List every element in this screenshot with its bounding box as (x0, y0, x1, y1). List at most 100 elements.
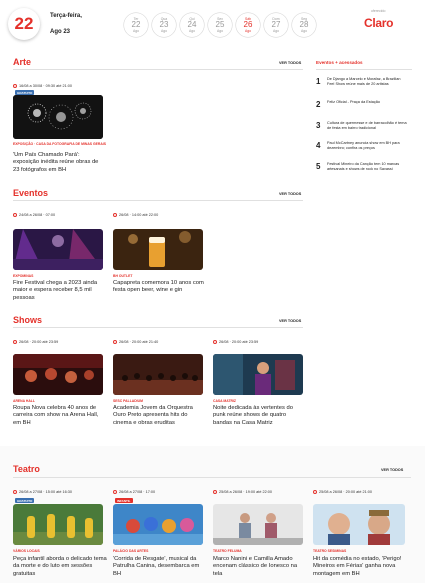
current-month-day: Ago 23 (50, 29, 71, 35)
event-category[interactable]: TEATRO SESIMINAS (313, 549, 346, 553)
clock-icon (113, 213, 117, 217)
day-month: Ago (272, 29, 280, 33)
day-option[interactable]: Sáb 26 Ago (236, 13, 260, 37)
event-title[interactable]: Marco Nanini e Camilla Amado encenam clá… (213, 556, 307, 578)
clock-icon (13, 340, 17, 344)
event-category[interactable]: EXPOMINAS (13, 274, 33, 278)
day-number: 25 (215, 20, 225, 29)
event-time: 25/08 a 26/08 · 19:00 até 22:00 (213, 490, 308, 494)
event-category[interactable]: PALÁCIO DAS ARTES (113, 549, 148, 553)
card-evento-1[interactable]: 24/08 a 26/08 · 07:00 EXPOMINAS Fire Fes… (13, 213, 108, 313)
event-category[interactable]: ARENA HALL (13, 399, 35, 403)
day-option[interactable]: Dom 27 Ago (264, 13, 288, 37)
event-image[interactable] (13, 504, 103, 545)
event-category[interactable]: VÁRIOS LOCAIS (13, 549, 40, 553)
sidebar-item-1[interactable]: 1 De Django a Marcelo e Morafaz, a Brazi… (316, 77, 407, 88)
card-arte[interactable]: 16/08 a 30/08 · 09:30 até 21:00 GRATUITO… (13, 84, 108, 174)
event-image[interactable] (113, 229, 203, 270)
card-show-3[interactable]: 26/08 · 20:00 até 23:59 CASA MATRIZ Noit… (213, 340, 308, 440)
see-all-shows[interactable]: VER TODOS (279, 319, 301, 323)
event-category[interactable]: BH OUTLET (113, 274, 132, 278)
current-day-number: 22 (8, 8, 40, 40)
event-image[interactable] (113, 354, 203, 395)
event-image[interactable] (13, 229, 103, 270)
day-option[interactable]: Sex 25 Ago (208, 13, 232, 37)
comedy-photo (313, 504, 405, 545)
day-option[interactable]: Qua 23 Ago (152, 13, 176, 37)
event-image[interactable] (13, 95, 103, 139)
clock-icon (13, 490, 17, 494)
fireworks-photo (13, 95, 103, 139)
rank-number: 4 (316, 141, 321, 150)
event-time: 26/08 a 27/08 · 15:00 até 16:30 (13, 490, 108, 494)
event-image[interactable] (313, 504, 405, 545)
sidebar-item-2[interactable]: 2 Feliz Oficial - Praça da Estação (316, 100, 407, 109)
day-option[interactable]: Qui 24 Ago (180, 13, 204, 37)
punk-show-photo (213, 354, 303, 395)
clock-icon (113, 340, 117, 344)
event-image[interactable] (213, 354, 303, 395)
card-teatro-1[interactable]: 26/08 a 27/08 · 15:00 até 16:30 GRATUITO… (13, 490, 108, 583)
event-time: 26/08 · 20:00 até 23:59 (13, 340, 108, 344)
sidebar-item-3[interactable]: 3 Cultura de quermesse e de barracolhão … (316, 121, 407, 132)
card-evento-2[interactable]: 26/08 · 14:00 até 22:00 BH OUTLET Capapr… (113, 213, 208, 313)
event-title[interactable]: Roupa Nova celebra 40 anos de carreira c… (13, 405, 105, 427)
sidebar-item-5[interactable]: 5 Festival Mineiro da Canção tem 10 marc… (316, 162, 407, 173)
day-number: 28 (299, 20, 309, 29)
day-number: 26 (243, 20, 253, 29)
event-title[interactable]: Noite dedicada às vertentes do punk reún… (213, 405, 305, 427)
event-image[interactable] (113, 504, 203, 545)
section-title-eventos: Eventos (13, 188, 49, 198)
event-category[interactable]: SESC PALLADIUM (113, 399, 143, 403)
concert-photo (13, 229, 103, 270)
event-title[interactable]: Peça infantil aborda o delicado tema da … (13, 556, 107, 578)
day-month: Ago (244, 29, 252, 33)
event-image[interactable] (13, 354, 103, 395)
event-title[interactable]: 'Corrida de Resgate', musical da Patrulh… (113, 556, 205, 578)
event-time: 26/08 · 20:00 até 23:59 (213, 340, 308, 344)
event-title[interactable]: 'Um País Chamado Pará': exposição inédit… (13, 152, 105, 174)
sidebar-item-text[interactable]: Festival Mineiro da Canção tem 10 marcas… (327, 162, 407, 173)
sidebar-item-4[interactable]: 4 Paul McCartney anuncia show em BH para… (316, 141, 407, 152)
day-option[interactable]: Ter 22 Ago (124, 13, 148, 37)
sponsor-claro[interactable]: oferecido Claro (364, 9, 408, 30)
day-number: 24 (187, 20, 197, 29)
divider (316, 69, 412, 70)
event-title[interactable]: Capapreta comemora 10 anos com festa ope… (113, 280, 205, 295)
rank-number: 5 (316, 162, 321, 171)
event-category[interactable]: TEATRO FELUMA (213, 549, 242, 553)
day-month: Ago (132, 29, 140, 33)
day-option[interactable]: Seg 28 Ago (292, 13, 316, 37)
event-category[interactable]: CASA MATRIZ (213, 399, 236, 403)
free-badge: GRATUITO (15, 90, 35, 95)
section-title-teatro: Teatro (13, 464, 40, 474)
day-selector: Ter 22 Ago Qua 23 Ago Qui 24 Ago Sex 25 Ago Sáb 26 Ago… (124, 13, 316, 37)
card-teatro-3[interactable]: 25/08 a 26/08 · 19:00 até 22:00 TEATRO F… (213, 490, 308, 583)
sidebar-item-text[interactable]: Feliz Oficial - Praça da Estação (327, 100, 407, 109)
card-show-1[interactable]: 26/08 · 20:00 até 23:59 ARENA HALL Roupa… (13, 340, 108, 440)
event-title[interactable]: Hit da comédia no estado, 'Perigo! Minei… (313, 556, 409, 578)
event-title[interactable]: Fire Festival chega a 2023 ainda maior e… (13, 280, 105, 302)
clock-icon (213, 340, 217, 344)
rank-number: 2 (316, 100, 321, 109)
clock-icon (113, 490, 117, 494)
current-weekday: Terça-feira, (50, 13, 82, 19)
card-teatro-2[interactable]: 26/08 a 27/08 · 17:00 INFANTIL PALÁCIO D… (113, 490, 208, 583)
sidebar-item-text[interactable]: De Django a Marcelo e Morafaz, a Brazili… (327, 77, 407, 88)
paw-patrol-photo (113, 504, 203, 545)
event-image[interactable] (213, 504, 303, 545)
card-teatro-4[interactable]: 25/08 a 26/08 · 20:00 até 21:00 TEATRO S… (313, 490, 411, 583)
see-all-teatro[interactable]: VER TODOS (381, 468, 403, 472)
day-number: 23 (159, 20, 169, 29)
event-title[interactable]: Academia Jovem da Orquestra Ouro Preto a… (113, 405, 207, 427)
actors-photo (213, 504, 303, 545)
see-all-eventos[interactable]: VER TODOS (279, 192, 301, 196)
divider (13, 477, 411, 478)
card-show-2[interactable]: 26/08 · 20:00 até 21:40 SESC PALLADIUM A… (113, 340, 208, 440)
see-all-arte[interactable]: VER TODOS (279, 61, 301, 65)
day-number: 27 (271, 20, 281, 29)
sidebar-item-text[interactable]: Paul McCartney anuncia show em BH para d… (327, 141, 407, 152)
event-category[interactable]: EXPOSIÇÃO · CASA DA FOTOGRAFIA DE MINAS … (13, 142, 108, 146)
sidebar-item-text[interactable]: Cultura de quermesse e de barracolhão é … (327, 121, 407, 132)
sponsor-by-label: oferecido (371, 9, 386, 13)
